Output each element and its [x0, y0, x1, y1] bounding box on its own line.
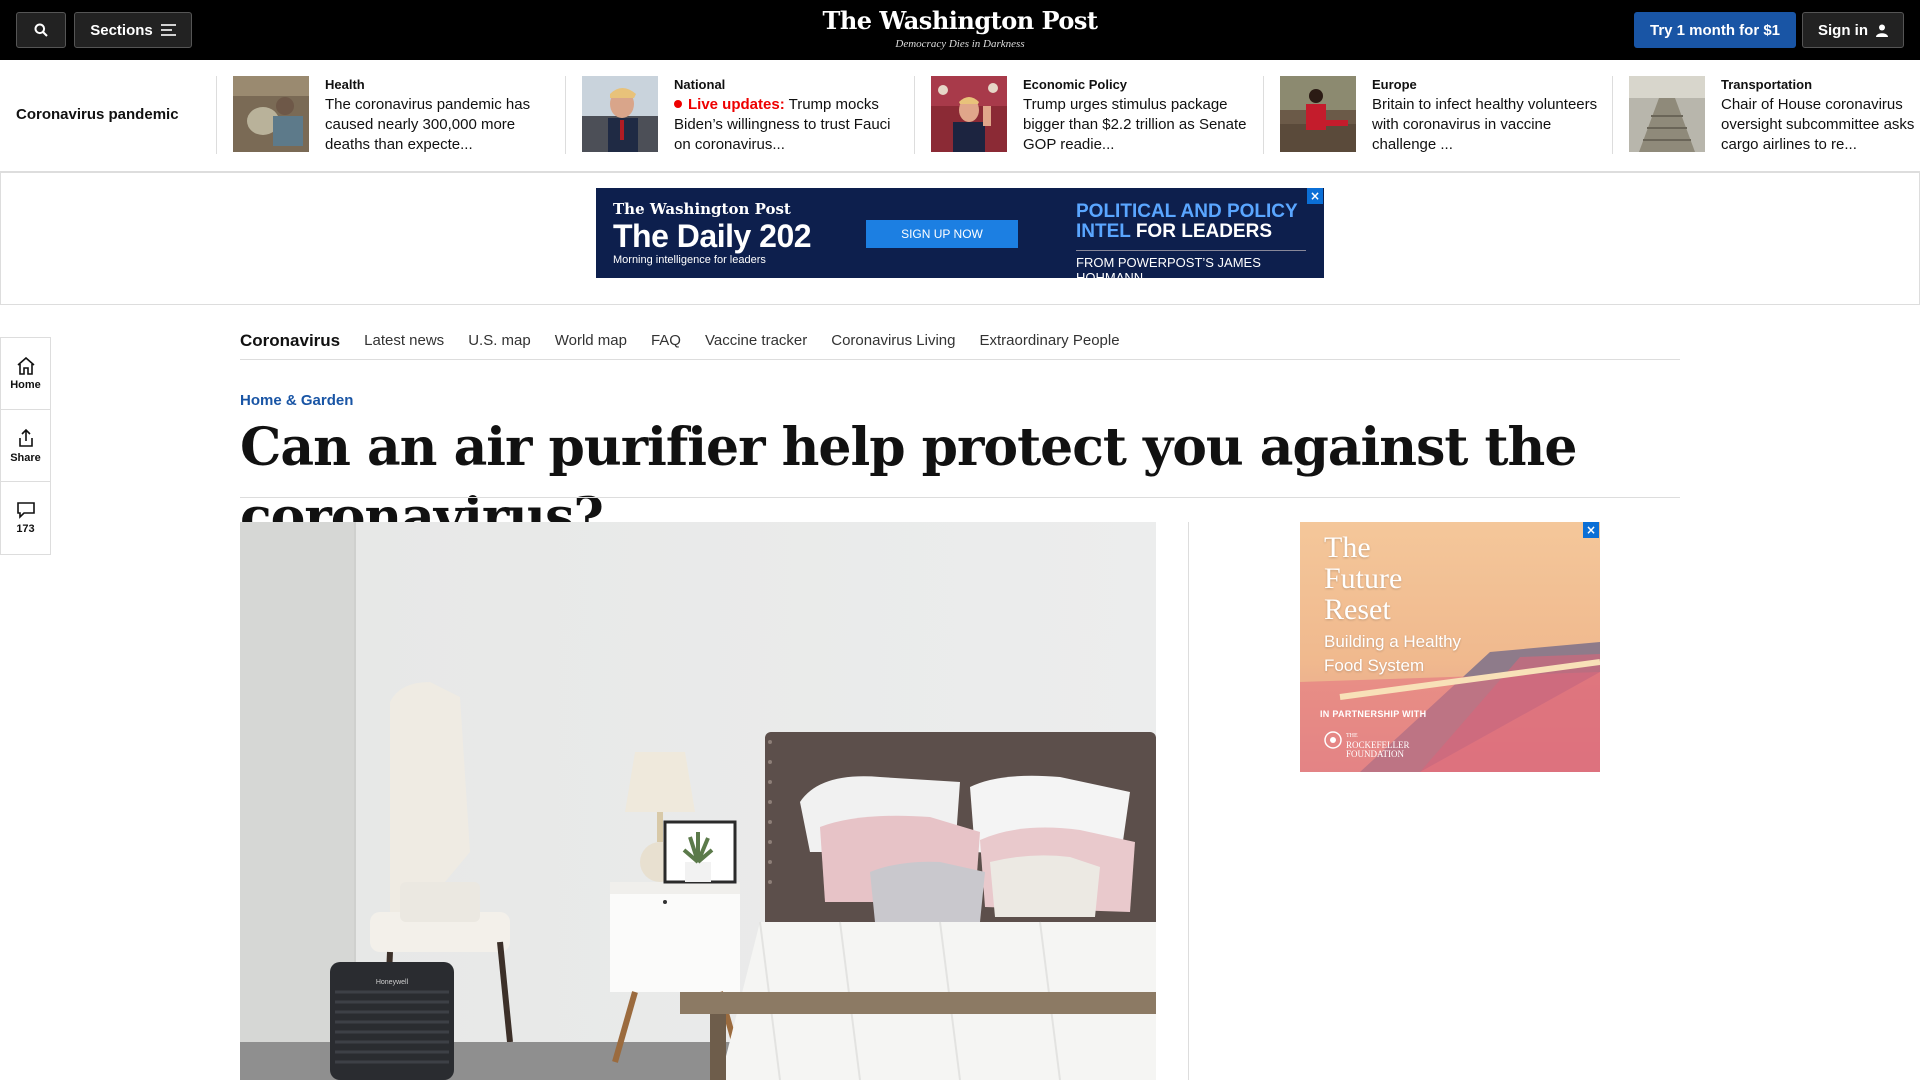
side-ad-subtitle: Building a Healthy Food System	[1324, 630, 1461, 678]
section-subnav: Coronavirus Latest news U.S. map World m…	[240, 322, 1680, 360]
headline-card-health[interactable]: Health The coronavirus pandemic has caus…	[216, 76, 557, 154]
home-label: Home	[10, 378, 41, 391]
bedroom-illustration: Honeywell	[240, 522, 1156, 1080]
sign-in-label: Sign in	[1818, 21, 1868, 39]
purifier-brand-label: Honeywell	[376, 979, 409, 986]
site-logo[interactable]: The Washington Post Democracy Dies in Da…	[810, 6, 1110, 50]
headline-thumbnail	[931, 76, 1007, 152]
ad-headline: POLITICAL AND POLICY INTEL FOR LEADERS	[1076, 202, 1298, 242]
article-kicker[interactable]: Home & Garden	[240, 392, 353, 409]
headline-text[interactable]: Britain to infect healthy volunteers wit…	[1372, 95, 1604, 155]
subnav-item-coronavirus-living[interactable]: Coronavirus Living	[831, 332, 955, 349]
brand-name: The Washington Post	[822, 6, 1098, 35]
sign-in-button[interactable]: Sign in	[1802, 12, 1904, 48]
side-ad-close-icon[interactable]: ×	[1583, 522, 1599, 538]
ad-headline-leaders: FOR LEADERS	[1130, 221, 1272, 242]
headline-text[interactable]: The coronavirus pandemic has caused near…	[325, 95, 557, 155]
ad-close-icon[interactable]: ×	[1307, 188, 1323, 204]
side-ad-title-line2: Future	[1324, 562, 1403, 595]
subnav-item-extraordinary-people[interactable]: Extraordinary People	[979, 332, 1119, 349]
ad-title: The Daily 202	[613, 218, 812, 254]
ad-signup-button[interactable]: SIGN UP NOW	[866, 220, 1018, 248]
ad-byline: FROM POWERPOST’S JAMES HOHMANN	[1076, 250, 1306, 278]
home-icon	[16, 356, 35, 375]
headline-card-national[interactable]: National Live updates: Trump mocks Biden…	[565, 76, 906, 154]
headline-text[interactable]: Live updates: Trump mocks Biden’s willin…	[674, 95, 906, 155]
comments-button[interactable]: 173	[1, 482, 50, 554]
sections-button[interactable]: Sections	[74, 12, 192, 48]
search-button[interactable]	[16, 12, 66, 48]
ad-brand: The Washington Post	[613, 200, 791, 218]
live-updates-label: Live updates:	[688, 96, 785, 113]
user-icon	[1876, 24, 1888, 37]
side-ad-subtitle-line2: Food System	[1324, 656, 1425, 675]
brand-tagline: Democracy Dies in Darkness	[895, 38, 1025, 50]
side-ad-partner-line2: FOUNDATION	[1346, 749, 1404, 759]
headline-kicker: Economic Policy	[1023, 77, 1128, 92]
side-ad-subtitle-line1: Building a Healthy	[1324, 632, 1462, 651]
side-ad-partnership-label: IN PARTNERSHIP WITH	[1320, 709, 1427, 719]
headline-text[interactable]: Trump urges stimulus package bigger than…	[1023, 95, 1255, 155]
column-divider	[1188, 522, 1189, 1080]
sections-label: Sections	[90, 21, 153, 39]
live-indicator-icon	[674, 100, 682, 108]
ad-headline-line1: POLITICAL AND POLICY	[1076, 201, 1298, 222]
headline-card-transportation[interactable]: Transportation Chair of House coronaviru…	[1612, 76, 1920, 154]
comment-icon	[16, 502, 35, 519]
ad-subtitle: Morning intelligence for leaders	[613, 254, 766, 266]
article-lead-image: Honeywell	[240, 522, 1156, 1080]
side-ad-partner-name: THE ROCKEFELLER FOUNDATION	[1346, 733, 1410, 759]
share-label: Share	[10, 451, 41, 464]
subnav-item-faq[interactable]: FAQ	[651, 332, 681, 349]
headline-kicker: Health	[325, 77, 365, 92]
left-action-rail: Home Share 173	[0, 337, 51, 555]
side-ad-title-line3: Reset	[1324, 593, 1391, 626]
headlines-label: Coronavirus pandemic	[16, 106, 179, 123]
headline-thumbnail	[1629, 76, 1705, 152]
subnav-item-world-map[interactable]: World map	[555, 332, 627, 349]
side-ad-title-line1: The	[1324, 531, 1371, 564]
rockefeller-logo-icon	[1324, 731, 1342, 749]
headline-thumbnail	[582, 76, 658, 152]
headlines-bar: Coronavirus pandemic Health The coronavi…	[0, 60, 1920, 172]
subnav-item-vaccine-tracker[interactable]: Vaccine tracker	[705, 332, 807, 349]
future-reset-side-ad[interactable]: The Future Reset Building a Healthy Food…	[1300, 522, 1600, 772]
headline-divider	[240, 497, 1680, 498]
subnav-item-us-map[interactable]: U.S. map	[468, 332, 531, 349]
headline-thumbnail	[1280, 76, 1356, 152]
comment-count: 173	[16, 523, 35, 535]
headline-text[interactable]: Chair of House coronavirus oversight sub…	[1721, 95, 1920, 155]
share-icon	[18, 428, 33, 447]
daily-202-banner-ad[interactable]: The Washington Post The Daily 202 Mornin…	[596, 188, 1324, 278]
headline-card-economic-policy[interactable]: Economic Policy Trump urges stimulus pac…	[914, 76, 1255, 154]
subnav-item-latest-news[interactable]: Latest news	[364, 332, 444, 349]
subnav-title[interactable]: Coronavirus	[240, 331, 340, 351]
ad-headline-line2: INTEL FOR LEADERS	[1076, 222, 1298, 242]
side-ad-title: The Future Reset	[1324, 532, 1402, 625]
headline-kicker: Europe	[1372, 77, 1417, 92]
top-navigation-bar: Sections The Washington Post Democracy D…	[0, 0, 1920, 60]
subscribe-button[interactable]: Try 1 month for $1	[1634, 12, 1796, 48]
headline-thumbnail	[233, 76, 309, 152]
headline-card-europe[interactable]: Europe Britain to infect healthy volunte…	[1263, 76, 1604, 154]
search-icon	[34, 23, 48, 37]
headline-kicker: Transportation	[1721, 77, 1813, 92]
ad-headline-intel: INTEL	[1076, 221, 1131, 242]
headline-kicker: National	[674, 77, 726, 92]
menu-icon	[160, 24, 176, 36]
home-button[interactable]: Home	[1, 338, 50, 410]
share-button[interactable]: Share	[1, 410, 50, 482]
